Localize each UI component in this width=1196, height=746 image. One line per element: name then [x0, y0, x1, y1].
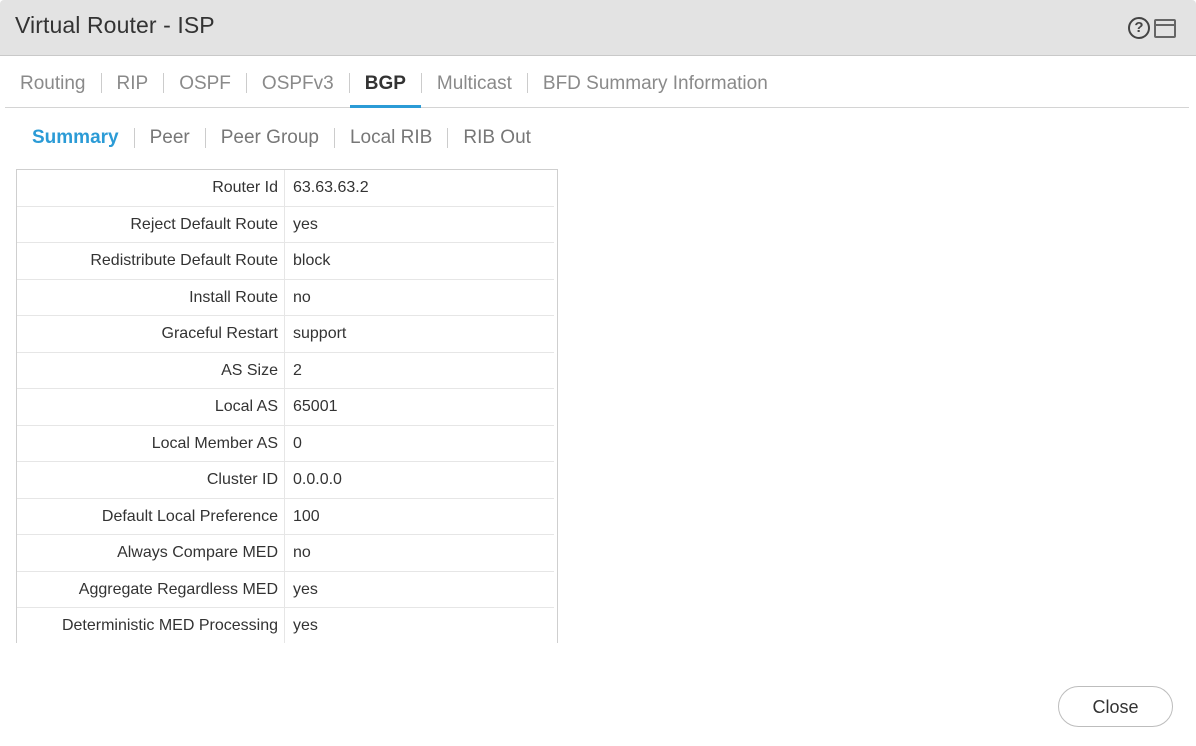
- tab-rip[interactable]: RIP: [102, 58, 164, 108]
- dialog-titlebar[interactable]: Virtual Router - ISP ?: [0, 0, 1196, 56]
- tab-ospf[interactable]: OSPF: [164, 58, 246, 108]
- subtab-summary[interactable]: Summary: [17, 127, 134, 149]
- summary-row: Local AS 65001: [17, 389, 554, 426]
- summary-value: 100: [293, 507, 320, 525]
- tab-routing[interactable]: Routing: [5, 58, 101, 108]
- summary-key: Always Compare MED: [17, 535, 285, 571]
- summary-row: Router Id 63.63.63.2: [17, 170, 554, 207]
- bgp-summary-table: Router Id 63.63.63.2 Reject Default Rout…: [16, 169, 558, 643]
- summary-row: Graceful Restart support: [17, 316, 554, 353]
- summary-value: 0.0.0.0: [293, 471, 342, 488]
- summary-key: Aggregate Regardless MED: [17, 571, 285, 607]
- subtab-local-rib[interactable]: Local RIB: [335, 127, 447, 149]
- summary-key: Reject Default Route: [17, 206, 285, 242]
- bgp-subtabs: Summary Peer Peer Group Local RIB RIB Ou…: [17, 120, 546, 156]
- summary-key: Cluster ID: [17, 462, 285, 498]
- summary-key: Deterministic MED Processing: [17, 608, 285, 643]
- summary-row: Cluster ID 0.0.0.0: [17, 462, 554, 499]
- restore-window-icon[interactable]: [1154, 18, 1176, 38]
- dialog-title: Virtual Router - ISP: [15, 12, 215, 38]
- summary-key: Router Id: [17, 170, 285, 206]
- summary-value: no: [293, 288, 311, 306]
- subtab-peer-group[interactable]: Peer Group: [206, 127, 334, 149]
- summary-key: Install Route: [17, 279, 285, 315]
- summary-value: yes: [293, 617, 318, 634]
- summary-value: block: [293, 252, 331, 269]
- summary-value: 0: [293, 434, 302, 452]
- virtual-router-dialog: Virtual Router - ISP ? Routing RIP OSPF …: [0, 0, 1196, 746]
- summary-value: yes: [293, 580, 318, 598]
- summary-key: Graceful Restart: [17, 316, 285, 352]
- summary-key: Default Local Preference: [17, 498, 285, 534]
- tab-ospfv3[interactable]: OSPFv3: [247, 58, 349, 108]
- tab-multicast[interactable]: Multicast: [422, 58, 527, 108]
- summary-key: Redistribute Default Route: [17, 243, 285, 279]
- summary-row: Deterministic MED Processing yes: [17, 608, 554, 643]
- summary-key: AS Size: [17, 352, 285, 388]
- titlebar-icons: ?: [1128, 17, 1176, 39]
- subtab-peer[interactable]: Peer: [135, 127, 205, 149]
- tab-bfd-summary-information[interactable]: BFD Summary Information: [528, 58, 783, 108]
- help-icon[interactable]: ?: [1128, 17, 1150, 39]
- summary-value: support: [293, 325, 347, 342]
- protocol-tabs: Routing RIP OSPF OSPFv3 BGP Multicast BF…: [5, 58, 1189, 108]
- summary-key: Local Member AS: [17, 425, 285, 461]
- summary-value: yes: [293, 215, 318, 233]
- close-button[interactable]: Close: [1058, 686, 1173, 727]
- summary-value: 2: [293, 361, 302, 379]
- summary-row: Default Local Preference 100: [17, 498, 554, 535]
- tab-bgp[interactable]: BGP: [349, 58, 422, 108]
- summary-value: 65001: [293, 398, 338, 415]
- summary-row: Always Compare MED no: [17, 535, 554, 572]
- summary-value: no: [293, 544, 311, 561]
- subtab-rib-out[interactable]: RIB Out: [448, 127, 546, 149]
- summary-row: Reject Default Route yes: [17, 206, 554, 243]
- summary-row: Install Route no: [17, 279, 554, 316]
- summary-key: Local AS: [17, 389, 285, 425]
- summary-row: Redistribute Default Route block: [17, 243, 554, 280]
- summary-row: AS Size 2: [17, 352, 554, 389]
- summary-row: Local Member AS 0: [17, 425, 554, 462]
- summary-row: Aggregate Regardless MED yes: [17, 571, 554, 608]
- summary-value: 63.63.63.2: [293, 179, 369, 196]
